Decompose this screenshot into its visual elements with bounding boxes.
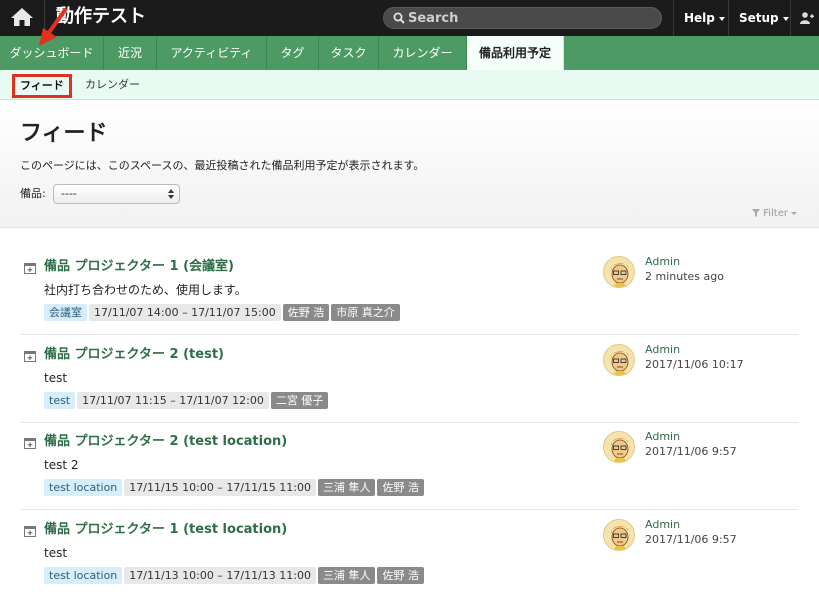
- equipment-filter-label: 備品:: [20, 187, 46, 200]
- author-name[interactable]: Admin: [645, 518, 680, 532]
- period-tag: 17/11/15 10:00 – 17/11/15 11:00: [124, 479, 316, 496]
- calendar-icon: [24, 263, 36, 274]
- post-time: 2017/11/06 9:57: [645, 445, 737, 458]
- search-input[interactable]: [408, 9, 653, 27]
- sub-navigation: フィード カレンダー: [0, 70, 819, 100]
- location-tag[interactable]: 会議室: [44, 304, 87, 321]
- feed-item-body: test: [44, 371, 68, 385]
- search-box[interactable]: [383, 7, 662, 29]
- tab-tasks[interactable]: タスク: [319, 36, 379, 70]
- post-time: 2017/11/06 10:17: [645, 358, 744, 371]
- feed-item: 備品 プロジェクター 1 (test location) test test l…: [20, 518, 798, 595]
- avatar-image: [604, 432, 634, 462]
- location-tag[interactable]: test location: [44, 567, 123, 584]
- avatar[interactable]: [603, 519, 635, 551]
- tab-equipment-reservations[interactable]: 備品利用予定: [467, 36, 564, 71]
- user-add-icon: [800, 12, 814, 24]
- feed-item-tags: test location 17/11/13 10:00 – 17/11/13 1…: [44, 567, 426, 585]
- equipment-select[interactable]: ----: [53, 184, 180, 204]
- tab-tags[interactable]: タグ: [267, 36, 319, 70]
- feed-item-title[interactable]: 備品 プロジェクター 2 (test): [44, 346, 224, 364]
- user-tag[interactable]: 佐野 浩: [282, 304, 330, 321]
- feed-item: 備品 プロジェクター 1 (会議室) 社内打ち合わせのため、使用します。 会議室…: [20, 255, 798, 335]
- feed-item-body: test: [44, 546, 68, 560]
- post-time: 2017/11/06 9:57: [645, 533, 737, 546]
- author-name[interactable]: Admin: [645, 343, 680, 357]
- feed-item-title[interactable]: 備品 プロジェクター 1 (会議室): [44, 258, 234, 276]
- calendar-icon: [24, 351, 36, 362]
- location-tag[interactable]: test location: [44, 479, 123, 496]
- feed-item-tags: 会議室 17/11/07 14:00 – 17/11/07 15:00 佐野 浩市原…: [44, 304, 402, 322]
- calendar-icon: [24, 526, 36, 537]
- calendar-icon: [24, 438, 36, 449]
- feed-item-body: test 2: [44, 458, 79, 472]
- equipment-select-value: ----: [61, 187, 77, 200]
- help-menu[interactable]: Help: [673, 0, 735, 36]
- user-tag[interactable]: 三浦 隼人: [317, 567, 376, 584]
- author-name[interactable]: Admin: [645, 430, 680, 444]
- chevron-down-icon: [790, 211, 797, 215]
- space-tab-bar: ダッシュボード 近況 アクティビティ タグ タスク カレンダー 備品利用予定: [0, 36, 819, 71]
- select-arrows-icon: [168, 189, 174, 199]
- top-navbar: 動作テスト Help Setup: [0, 0, 819, 36]
- avatar-image: [604, 520, 634, 550]
- subnav-feed[interactable]: フィード: [12, 74, 72, 98]
- filter-toggle[interactable]: Filter: [752, 208, 797, 220]
- avatar-image: [604, 345, 634, 375]
- user-tag[interactable]: 市原 真之介: [331, 304, 400, 321]
- tab-calendar[interactable]: カレンダー: [379, 36, 467, 70]
- setup-menu-label: Setup: [739, 11, 779, 25]
- feed-item: 備品 プロジェクター 2 (test location) test 2 test…: [20, 430, 798, 510]
- feed-item-title[interactable]: 備品 プロジェクター 1 (test location): [44, 521, 287, 539]
- filter-toggle-label: Filter: [763, 208, 788, 219]
- page-description: このページには、このスペースの、最近投稿された備品利用予定が表示されます。: [20, 159, 425, 172]
- page-title: フィード: [20, 121, 108, 146]
- user-tag[interactable]: 三浦 隼人: [317, 479, 376, 496]
- user-menu[interactable]: [790, 0, 819, 36]
- location-tag[interactable]: test: [44, 392, 76, 409]
- feed-item-tags: test location 17/11/15 10:00 – 17/11/15 1…: [44, 479, 426, 497]
- tab-recent[interactable]: 近況: [104, 36, 157, 70]
- feed-item: 備品 プロジェクター 2 (test) test test 17/11/07 11…: [20, 343, 798, 423]
- chevron-down-icon: [718, 16, 725, 21]
- user-tag[interactable]: 佐野 浩: [377, 567, 424, 584]
- feed-item-tags: test 17/11/07 11:15 – 17/11/07 12:00 二宮 優子: [44, 392, 330, 410]
- period-tag: 17/11/07 11:15 – 17/11/07 12:00: [77, 392, 269, 409]
- annotation-arrow-icon: [39, 8, 67, 46]
- subnav-calendar[interactable]: カレンダー: [85, 77, 140, 93]
- period-tag: 17/11/13 10:00 – 17/11/13 11:00: [124, 567, 316, 584]
- author-name[interactable]: Admin: [645, 255, 680, 269]
- period-tag: 17/11/07 14:00 – 17/11/07 15:00: [89, 304, 281, 321]
- setup-menu[interactable]: Setup: [728, 0, 799, 36]
- feed-item-title[interactable]: 備品 プロジェクター 2 (test location): [44, 433, 287, 451]
- chevron-down-icon: [782, 16, 789, 21]
- avatar[interactable]: [603, 256, 635, 288]
- help-menu-label: Help: [684, 11, 715, 25]
- avatar[interactable]: [603, 344, 635, 376]
- avatar[interactable]: [603, 431, 635, 463]
- user-tag[interactable]: 二宮 優子: [270, 392, 329, 409]
- post-time: 2 minutes ago: [645, 270, 724, 283]
- user-tag[interactable]: 佐野 浩: [377, 479, 424, 496]
- feed-item-body: 社内打ち合わせのため、使用します。: [44, 283, 247, 297]
- filter-icon: [752, 209, 760, 217]
- tab-activity[interactable]: アクティビティ: [157, 36, 267, 70]
- search-icon: [393, 12, 405, 24]
- page-header: フィード このページには、このスペースの、最近投稿された備品利用予定が表示されま…: [0, 100, 819, 228]
- avatar-image: [604, 257, 634, 287]
